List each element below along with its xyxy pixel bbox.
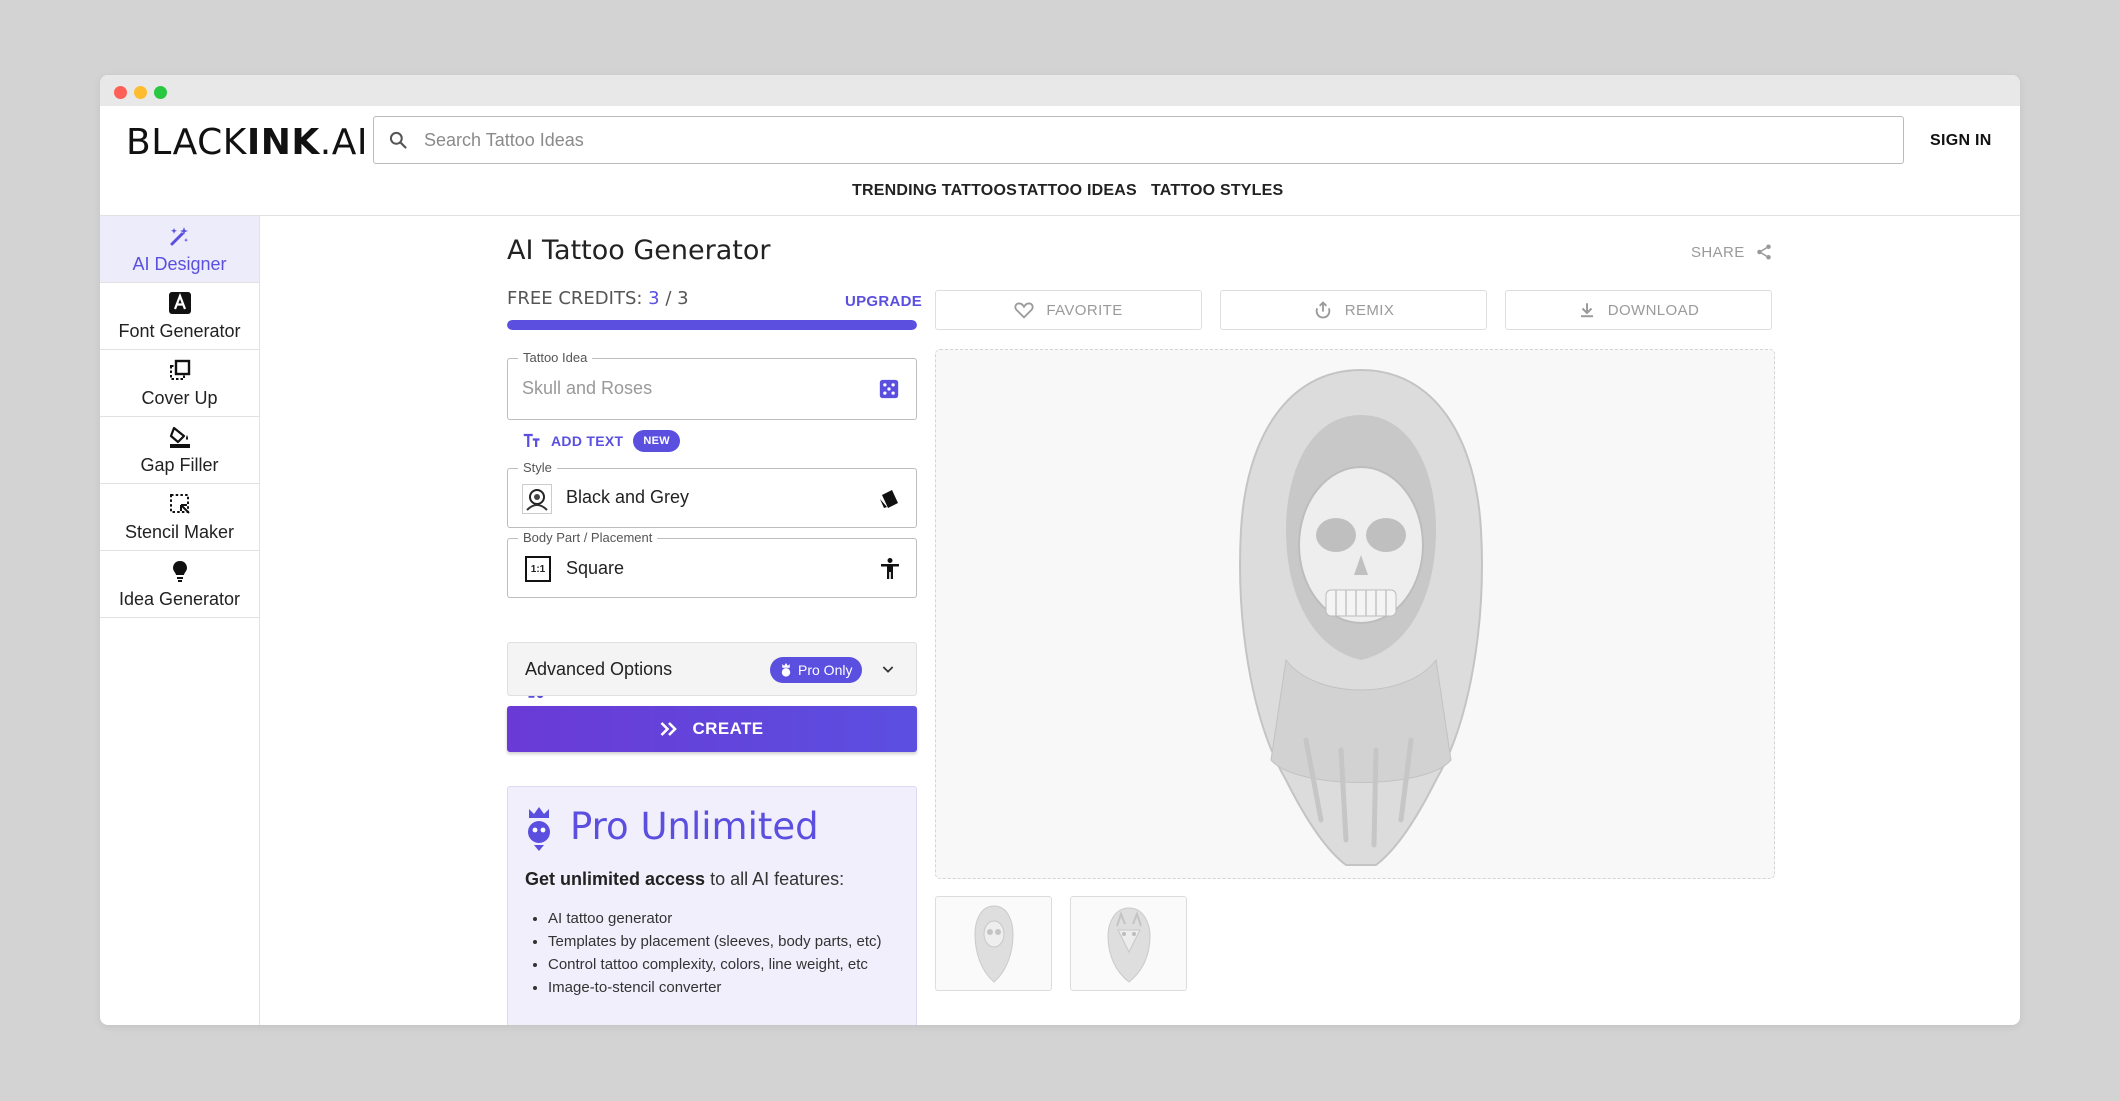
- sidebar-item-label: Idea Generator: [118, 588, 241, 609]
- nav-tattoo-ideas[interactable]: TATTOO IDEAS: [1018, 182, 1137, 200]
- hooded-skull-thumbnail-image: [973, 904, 1014, 983]
- tattoo-idea-field[interactable]: Tattoo Idea Skull and Roses: [507, 350, 917, 420]
- paint-bucket-icon: [169, 426, 190, 448]
- double-chevron-icon: [661, 722, 678, 736]
- add-text-button[interactable]: ADD TEXT NEW: [523, 430, 680, 452]
- sidebar-item-font-generator[interactable]: Font Generator: [100, 283, 259, 350]
- header-divider: [100, 215, 2020, 216]
- nav-tattoo-styles[interactable]: TATTOO STYLES: [1151, 182, 1283, 200]
- pro-crest-icon: [528, 807, 550, 851]
- remix-button[interactable]: REMIX: [1220, 290, 1487, 330]
- close-window-button[interactable]: [114, 86, 127, 99]
- ai-designer-icon: [170, 226, 188, 245]
- pro-unlimited-promo: Pro Unlimited Get unlimited access to al…: [507, 786, 917, 1025]
- advanced-options-label: Advanced Options: [525, 659, 673, 679]
- stencil-icon: [169, 493, 190, 514]
- hooded-skull-tattoo-image: [1239, 368, 1483, 866]
- nav-trending-tattoos[interactable]: TRENDING TATTOOS: [852, 182, 1017, 200]
- promo-feature-list: AI tattoo generator Templates by placeme…: [548, 907, 908, 999]
- browser-window: BLACKINK.AI SIGN IN TRENDING TATTOOS TAT…: [100, 75, 2020, 1025]
- sidebar-item-idea-generator[interactable]: Idea Generator: [100, 551, 259, 618]
- page-title: AI Tattoo Generator: [507, 235, 771, 266]
- font-icon: [168, 291, 191, 314]
- history-thumbnail[interactable]: [1070, 896, 1187, 991]
- sidebar-item-cover-up[interactable]: Cover Up: [100, 350, 259, 417]
- sign-in-link[interactable]: SIGN IN: [1930, 132, 1992, 150]
- remix-label: REMIX: [1344, 301, 1395, 319]
- tattoo-idea-input[interactable]: Skull and Roses: [522, 378, 652, 399]
- share-icon: [1756, 244, 1771, 260]
- random-dice-icon[interactable]: [878, 378, 900, 400]
- tattoo-preview-canvas[interactable]: [935, 349, 1775, 879]
- style-value: Black and Grey: [566, 487, 690, 507]
- advanced-options-toggle[interactable]: Advanced Options Pro Only: [507, 642, 917, 696]
- sidebar-item-gap-filler[interactable]: Gap Filler: [100, 417, 259, 484]
- upgrade-link[interactable]: UPGRADE: [845, 293, 922, 310]
- favorite-label: FAVORITE: [1046, 301, 1123, 319]
- download-icon: [1580, 303, 1593, 318]
- style-select[interactable]: Style Black and Grey: [507, 460, 917, 528]
- share-button[interactable]: SHARE: [1691, 243, 1773, 261]
- history-thumbnail[interactable]: [935, 896, 1052, 991]
- list-item: AI tattoo generator: [548, 907, 908, 930]
- promo-title: Pro Unlimited: [570, 805, 819, 848]
- download-label: DOWNLOAD: [1607, 301, 1700, 319]
- credits-separator: /: [665, 288, 672, 309]
- placement-select[interactable]: Body Part / Placement 1:1 Square: [507, 530, 917, 598]
- style-legend: Style: [518, 460, 557, 475]
- lightbulb-icon: [172, 560, 187, 582]
- sidebar-item-label: AI Designer: [132, 253, 227, 274]
- heart-icon: [1014, 302, 1034, 319]
- sidebar-item-label: Stencil Maker: [124, 521, 235, 542]
- text-format-icon: [523, 433, 540, 447]
- minimize-window-button[interactable]: [134, 86, 147, 99]
- pro-only-badge: Pro Only: [770, 657, 863, 683]
- new-badge: NEW: [633, 430, 680, 452]
- list-item: Templates by placement (sleeves, body pa…: [548, 930, 908, 953]
- sidebar-item-ai-designer[interactable]: AI Designer: [100, 216, 259, 283]
- sidebar-item-label: Gap Filler: [140, 454, 219, 475]
- credits-label: FREE CREDITS:: [507, 288, 643, 309]
- credits-progress-fill: [507, 320, 917, 330]
- site-logo[interactable]: BLACKINK.AI: [126, 122, 368, 163]
- top-navigation: TRENDING TATTOOS TATTOO IDEAS TATTOO STY…: [100, 182, 2020, 212]
- sidebar-item-stencil-maker[interactable]: Stencil Maker: [100, 484, 259, 551]
- credits-used: 3: [648, 288, 660, 309]
- create-label: CREATE: [692, 719, 764, 738]
- search-input[interactable]: [424, 129, 1903, 151]
- list-item: Image-to-stencil converter: [548, 976, 908, 999]
- pro-crest-icon: [781, 662, 791, 677]
- search-bar[interactable]: [373, 116, 1904, 164]
- style-swatches-icon: [880, 490, 898, 508]
- free-credits: FREE CREDITS: 3 / 3: [507, 288, 689, 309]
- placement-value: Square: [566, 558, 625, 578]
- cover-up-icon: [169, 359, 190, 380]
- search-icon: [389, 131, 407, 149]
- tattoo-idea-legend: Tattoo Idea: [518, 350, 593, 365]
- share-label: SHARE: [1691, 243, 1745, 261]
- create-button[interactable]: CREATE: [507, 706, 917, 752]
- list-item: Control tattoo complexity, colors, line …: [548, 953, 908, 976]
- favorite-button[interactable]: FAVORITE: [935, 290, 1202, 330]
- placement-legend: Body Part / Placement: [518, 530, 658, 545]
- promo-description: Get unlimited access to all AI features:: [525, 869, 845, 889]
- chevron-down-icon: [882, 666, 894, 673]
- body-figure-icon: [881, 558, 899, 579]
- pro-only-label: Pro Only: [798, 662, 853, 678]
- wolf-thumbnail-image: [1106, 906, 1151, 983]
- remix-icon: [1315, 301, 1330, 319]
- sidebar: AI Designer Font Generator Cover Up Gap …: [100, 216, 260, 1025]
- aspect-ratio-icon: 1:1: [525, 556, 551, 582]
- add-text-label: ADD TEXT: [551, 433, 624, 449]
- download-button[interactable]: DOWNLOAD: [1505, 290, 1772, 330]
- sidebar-item-label: Cover Up: [141, 387, 218, 408]
- credits-total: 3: [677, 288, 689, 309]
- sidebar-item-label: Font Generator: [118, 320, 241, 341]
- window-titlebar: [100, 75, 2020, 106]
- style-thumbnail-icon: [522, 484, 552, 514]
- credits-progress-bar: [507, 320, 917, 330]
- maximize-window-button[interactable]: [154, 86, 167, 99]
